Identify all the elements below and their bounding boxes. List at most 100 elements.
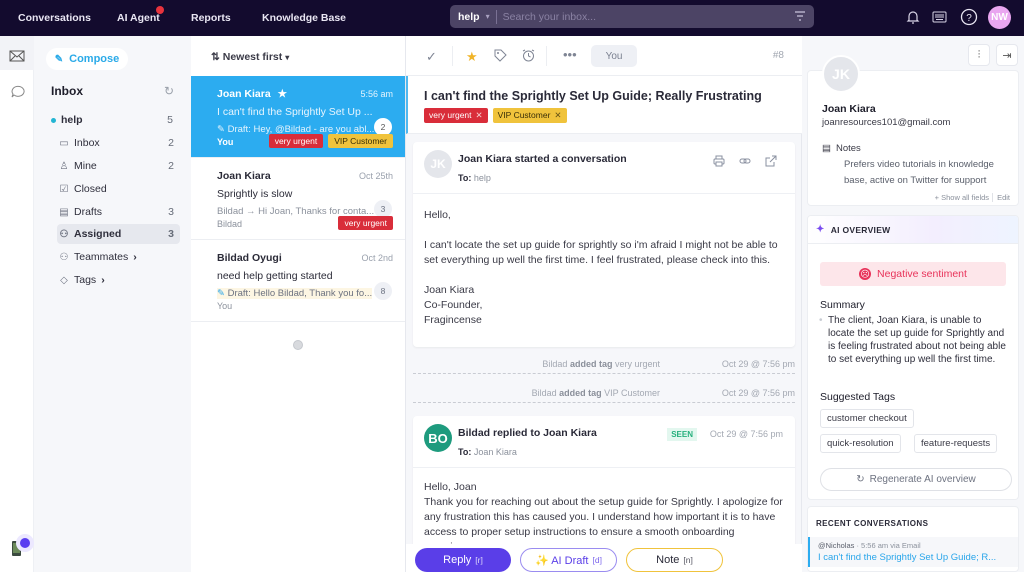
conversation-subject: Sprightly is slow — [217, 188, 293, 200]
conversation-toolbar: ✓ ★ ••• You #8 — [406, 36, 802, 76]
remove-tag-icon: ✕ — [554, 110, 562, 120]
refresh-icon[interactable]: ↻ — [164, 84, 174, 98]
nav-knowledge-base[interactable]: Knowledge Base — [262, 12, 346, 24]
suggested-tag[interactable]: feature-requests — [914, 434, 998, 453]
folder-label: Drafts — [74, 206, 103, 218]
nav-ai-agent[interactable]: AI Agent — [117, 12, 160, 24]
conversation-time: Oct 25th — [358, 171, 393, 181]
sign-in-icon[interactable]: ⇥ — [996, 44, 1018, 66]
contact-avatar: JK — [822, 55, 860, 93]
filter-icon[interactable] — [794, 10, 806, 25]
keyboard-icon[interactable] — [932, 11, 947, 26]
search-input[interactable] — [502, 10, 783, 23]
user-avatar[interactable]: NW — [988, 6, 1011, 29]
compose-button[interactable]: ✎ Compose — [46, 48, 128, 70]
sort-label: Newest first — [222, 51, 283, 63]
folder-assigned[interactable]: ⚇ Assigned 3 — [57, 224, 180, 244]
tag-vip-customer: VIP Customer — [328, 134, 393, 148]
tag-icon[interactable] — [494, 49, 507, 65]
suggested-tag[interactable]: customer checkout — [820, 409, 914, 428]
folder-tags[interactable]: ◇ Tags › — [57, 270, 180, 290]
chat-icon[interactable] — [9, 84, 25, 103]
chevron-down-icon[interactable]: ▾ — [486, 12, 490, 21]
folder-count: 2 — [168, 160, 174, 172]
show-all-fields-link[interactable]: + Show all fields — [935, 193, 989, 202]
nav-reports[interactable]: Reports — [191, 12, 231, 24]
document-icon: ▤ — [822, 143, 831, 154]
tag-vip-customer[interactable]: VIP Customer ✕ — [492, 108, 567, 123]
conversation-time: Oct 2nd — [361, 253, 393, 263]
composer-bar: Reply [r] ✨ AI Draft [d] Note [n] — [406, 544, 802, 572]
recent-title: RECENT CONVERSATIONS — [816, 519, 929, 528]
help-circle-icon[interactable]: ? — [960, 8, 978, 29]
message-sender: Bildad replied to Joan Kiara — [458, 427, 597, 439]
folder-label: Assigned — [74, 228, 122, 240]
alarm-clock-icon[interactable] — [522, 49, 535, 65]
sort-icon: ⇅ — [211, 51, 220, 63]
contact-name: Joan Kiara — [217, 170, 271, 182]
inbox-name: help — [61, 114, 83, 126]
nav-conversations[interactable]: Conversations — [18, 12, 91, 24]
activity-event: Bildad added tag VIP Customer Oct 29 @ 7… — [413, 385, 795, 403]
loading-spinner — [293, 340, 303, 350]
ai-draft-button[interactable]: ✨ AI Draft [d] — [520, 548, 617, 572]
tag-very-urgent[interactable]: very urgent ✕ — [424, 108, 488, 123]
ai-overview-card: ✦ AI OVERVIEW ☹ Negative sentiment Summa… — [807, 215, 1019, 500]
note-button[interactable]: Note [n] — [626, 548, 723, 572]
folder-label: Closed — [74, 183, 107, 195]
external-link-icon[interactable] — [765, 155, 777, 170]
reply-button[interactable]: Reply [r] — [415, 548, 511, 572]
avatar: BO — [424, 424, 452, 452]
regenerate-button[interactable]: ↻ Regenerate AI overview — [820, 468, 1012, 491]
message-body: Hello, I can't locate the set up guide f… — [424, 209, 778, 326]
mail-icon[interactable] — [9, 50, 25, 65]
folder-closed[interactable]: ☑ Closed — [57, 179, 180, 199]
avatar: JK — [424, 150, 452, 178]
sort-dropdown[interactable]: ⇅ Newest first ▾ — [211, 51, 289, 63]
divider — [495, 9, 497, 24]
compose-label: Compose — [69, 53, 120, 65]
check-icon[interactable]: ✓ — [426, 49, 437, 65]
search-bar: help ▾ — [450, 5, 814, 28]
edit-link[interactable]: Edit — [992, 193, 1010, 202]
inbox-help[interactable]: help 5 — [51, 110, 179, 130]
assignee: You — [217, 137, 234, 147]
folder-drafts[interactable]: ▤ Drafts 3 — [57, 202, 180, 222]
more-icon[interactable]: ••• — [563, 47, 577, 62]
conversation-item[interactable]: Joan Kiara ★ 5:56 am I can't find the Sp… — [191, 76, 405, 158]
conversation-item[interactable]: Joan Kiara Oct 25th Sprightly is slow Bi… — [191, 158, 405, 240]
conversation-item[interactable]: Bildad Oyugi Oct 2nd need help getting s… — [191, 240, 405, 322]
svg-text:?: ? — [966, 13, 972, 24]
assignee: Bildad — [217, 219, 243, 229]
message-recipient: To: Joan Kiara — [458, 447, 517, 457]
contact-name: Bildad Oyugi — [217, 252, 282, 264]
notification-dot — [156, 6, 164, 14]
star-icon[interactable]: ★ — [466, 49, 478, 65]
assignee-button[interactable]: You — [591, 45, 637, 67]
search-scope[interactable]: help — [458, 11, 480, 23]
recent-subject[interactable]: I can't find the Sprightly Set Up Guide;… — [818, 552, 996, 563]
conversation-list: ⇅ Newest first ▾ Joan Kiara ★ 5:56 am I … — [191, 36, 406, 572]
folder-label: Mine — [74, 160, 97, 172]
link-icon[interactable] — [739, 155, 751, 170]
top-navigation: Conversations AI Agent Reports Knowledge… — [0, 0, 1024, 36]
divider — [546, 46, 547, 66]
tag-very-urgent: very urgent — [338, 216, 393, 230]
message-count: 8 — [374, 282, 392, 300]
contact-actions: + Show all fields Edit — [935, 193, 1010, 202]
conversation-time: 5:56 am — [360, 89, 393, 99]
contact-name: Joan Kiara ★ — [217, 88, 288, 100]
contact-email[interactable]: joanresources101@gmail.com — [822, 117, 950, 128]
print-icon[interactable] — [713, 155, 725, 170]
suggested-tag[interactable]: quick-resolution — [820, 434, 901, 453]
folder-mine[interactable]: ♙ Mine 2 — [57, 156, 180, 176]
folder-inbox[interactable]: ▭ Inbox 2 — [57, 133, 180, 153]
sad-face-icon: ☹ — [859, 268, 872, 280]
bell-icon[interactable] — [906, 9, 920, 28]
folder-teammates[interactable]: ⚇ Teammates › — [57, 247, 180, 267]
sliders-icon[interactable]: ⫶ — [968, 44, 990, 66]
recent-conversation-item[interactable]: @Nicholas · 5:56 am via Email I can't fi… — [808, 537, 1018, 567]
message-card: JK Joan Kiara started a conversation To:… — [413, 142, 795, 347]
tag-very-urgent: very urgent — [268, 134, 324, 148]
user-icon: ♙ — [59, 160, 69, 172]
